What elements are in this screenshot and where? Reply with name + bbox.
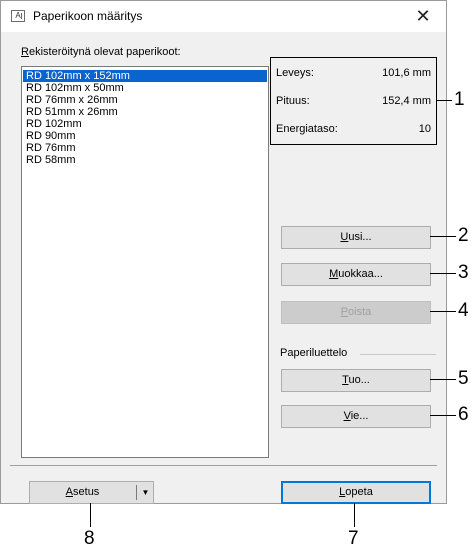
- close-button[interactable]: Lopeta: [281, 481, 431, 504]
- length-value: 152,4 mm: [382, 95, 431, 107]
- energy-row: Energiataso: 10: [276, 123, 431, 137]
- edit-button[interactable]: Muokkaa...: [281, 263, 431, 286]
- list-item[interactable]: RD 58mm: [23, 154, 267, 166]
- paper-list-group-label: Paperiluettelo: [280, 347, 348, 359]
- split-divider: [136, 485, 137, 500]
- paper-size-dialog: A Paperikoon määritys ✕ Rekisteröitynä o…: [0, 0, 447, 504]
- length-row: Pituus: 152,4 mm: [276, 95, 431, 109]
- settings-button[interactable]: Asetus: [30, 482, 135, 503]
- width-value: 101,6 mm: [382, 67, 431, 79]
- energy-label: Energiataso:: [276, 123, 338, 135]
- callout-1: 1: [454, 89, 465, 110]
- width-label: Leveys:: [276, 67, 314, 79]
- callout-3: 3: [458, 262, 469, 283]
- paper-size-listbox[interactable]: RD 102mm x 152mm RD 102mm x 50mm RD 76mm x…: [21, 66, 269, 458]
- width-row: Leveys: 101,6 mm: [276, 67, 431, 81]
- callout-5: 5: [458, 368, 469, 389]
- window-title: Paperikoon määritys: [33, 9, 143, 23]
- list-item[interactable]: RD 76mm x 26mm: [23, 94, 267, 106]
- group-divider: [360, 354, 436, 355]
- app-icon: A: [11, 10, 25, 22]
- length-label: Pituus:: [276, 95, 310, 107]
- energy-value: 10: [418, 123, 431, 135]
- list-item[interactable]: RD 76mm: [23, 142, 267, 154]
- callout-line-3: [430, 273, 456, 274]
- new-button[interactable]: Uusi...: [281, 226, 431, 249]
- callout-7: 7: [348, 528, 359, 549]
- callout-2: 2: [458, 225, 469, 246]
- callout-line-8: [90, 503, 91, 527]
- list-item[interactable]: RD 51mm x 26mm: [23, 106, 267, 118]
- footer-separator: [10, 465, 437, 466]
- app-icon-letter: A: [15, 11, 21, 20]
- callout-line-5: [430, 379, 456, 380]
- callout-line-2: [430, 236, 456, 237]
- callout-4: 4: [458, 300, 469, 321]
- callout-line-7: [354, 503, 355, 527]
- paper-list-label: Rekisteröitynä olevat paperikoot:: [21, 46, 181, 58]
- list-item[interactable]: RD 102mm x 50mm: [23, 82, 267, 94]
- callout-line-4: [430, 311, 456, 312]
- callout-6: 6: [458, 404, 469, 425]
- title-bar: A Paperikoon määritys ✕: [1, 1, 446, 32]
- list-item[interactable]: RD 102mm: [23, 118, 267, 130]
- list-item[interactable]: RD 90mm: [23, 130, 267, 142]
- close-icon[interactable]: ✕: [400, 1, 446, 32]
- dropdown-arrow-icon[interactable]: ▼: [138, 482, 153, 503]
- import-button[interactable]: Tuo...: [281, 369, 431, 392]
- export-button[interactable]: Vie...: [281, 405, 431, 428]
- callout-8: 8: [84, 528, 95, 549]
- callout-line-6: [430, 415, 456, 416]
- list-item[interactable]: RD 102mm x 152mm: [23, 70, 267, 82]
- delete-button[interactable]: Poista: [281, 301, 431, 324]
- settings-split-button[interactable]: Asetus ▼: [29, 481, 154, 504]
- paper-info-panel: Leveys: 101,6 mm Pituus: 152,4 mm Energi…: [270, 57, 437, 145]
- callout-line-1: [437, 100, 452, 101]
